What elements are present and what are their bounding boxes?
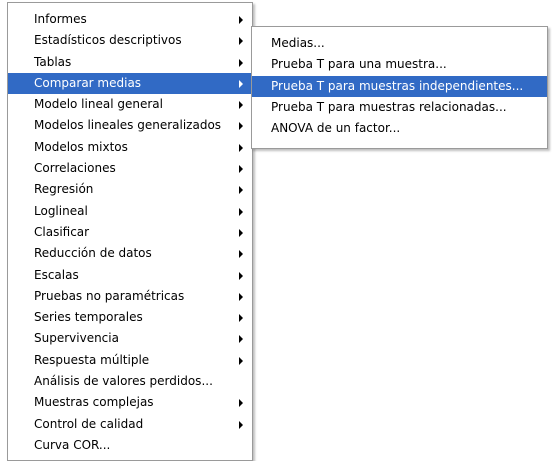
menu-item-label: Pruebas no paramétricas bbox=[34, 288, 185, 303]
menu-item-label: Tablas bbox=[34, 54, 72, 69]
submenu-arrow-icon bbox=[239, 314, 243, 323]
menu-item-muestras-complejas[interactable]: Muestras complejas bbox=[8, 392, 252, 413]
compare-means-submenu: Medias... Prueba T para una muestra... P… bbox=[251, 26, 548, 149]
menu-item-informes[interactable]: Informes bbox=[8, 9, 252, 30]
submenu-arrow-icon bbox=[239, 335, 243, 344]
menu-item-label: Modelo lineal general bbox=[34, 97, 163, 112]
menu-item-label: Análisis de valores perdidos... bbox=[34, 374, 213, 389]
submenu-arrow-icon bbox=[239, 399, 243, 408]
menu-item-correlaciones[interactable]: Correlaciones bbox=[8, 158, 252, 179]
menu-item-loglineal[interactable]: Loglineal bbox=[8, 201, 252, 222]
menu-item-label: Modelos lineales generalizados bbox=[34, 118, 222, 133]
submenu-item-label: Prueba T para muestras independientes... bbox=[271, 78, 524, 93]
menu-item-label: Loglineal bbox=[34, 203, 88, 218]
menu-item-regresion[interactable]: Regresión bbox=[8, 179, 252, 200]
submenu-arrow-icon bbox=[239, 186, 243, 195]
menu-item-label: Comparar medias bbox=[34, 75, 142, 90]
menu-item-curva-cor[interactable]: Curva COR... bbox=[8, 435, 252, 456]
submenu-arrow-icon bbox=[239, 207, 243, 216]
menu-item-modelos-lineales-generalizados[interactable]: Modelos lineales generalizados bbox=[8, 115, 252, 136]
submenu-item-label: Prueba T para muestras relacionadas... bbox=[271, 99, 507, 114]
menu-item-label: Curva COR... bbox=[34, 437, 111, 452]
submenu-arrow-icon bbox=[239, 420, 243, 429]
submenu-arrow-icon bbox=[239, 356, 243, 365]
menu-item-label: Reducción de datos bbox=[34, 246, 152, 261]
submenu-arrow-icon bbox=[239, 122, 243, 131]
menu-item-escalas[interactable]: Escalas bbox=[8, 265, 252, 286]
menu-item-clasificar[interactable]: Clasificar bbox=[8, 222, 252, 243]
menu-item-respuesta-multiple[interactable]: Respuesta múltiple bbox=[8, 350, 252, 371]
submenu-arrow-icon bbox=[239, 228, 243, 237]
analyze-menu: Informes Estadísticos descriptivos Tabla… bbox=[7, 2, 253, 461]
menu-item-label: Modelos mixtos bbox=[34, 139, 128, 154]
menu-item-label: Control de calidad bbox=[34, 416, 144, 431]
menu-item-label: Regresión bbox=[34, 182, 94, 197]
submenu-arrow-icon bbox=[239, 101, 243, 110]
menu-item-label: Informes bbox=[34, 12, 87, 26]
menu-item-comparar-medias[interactable]: Comparar medias bbox=[8, 72, 252, 95]
menu-item-series-temporales[interactable]: Series temporales bbox=[8, 307, 252, 328]
submenu-arrow-icon bbox=[239, 292, 243, 301]
menu-item-label: Estadísticos descriptivos bbox=[34, 33, 182, 48]
menu-item-estadisticos-descriptivos[interactable]: Estadísticos descriptivos bbox=[8, 30, 252, 51]
menu-item-label: Respuesta múltiple bbox=[34, 352, 150, 367]
menu-item-pruebas-no-parametricas[interactable]: Pruebas no paramétricas bbox=[8, 286, 252, 307]
submenu-item-medias[interactable]: Medias... bbox=[252, 33, 547, 54]
submenu-arrow-icon bbox=[239, 250, 243, 259]
menu-item-modelo-lineal-general[interactable]: Modelo lineal general bbox=[8, 94, 252, 115]
submenu-arrow-icon bbox=[239, 271, 243, 280]
submenu-item-label: Prueba T para una muestra... bbox=[271, 57, 447, 72]
menu-item-control-de-calidad[interactable]: Control de calidad bbox=[8, 414, 252, 435]
submenu-item-prueba-t-muestras-relacionadas[interactable]: Prueba T para muestras relacionadas... bbox=[252, 97, 547, 118]
submenu-item-label: ANOVA de un factor... bbox=[271, 121, 401, 136]
submenu-item-prueba-t-muestras-independientes[interactable]: Prueba T para muestras independientes... bbox=[252, 75, 547, 97]
submenu-arrow-icon bbox=[239, 58, 243, 67]
menu-item-label: Correlaciones bbox=[34, 161, 116, 176]
submenu-item-anova-un-factor[interactable]: ANOVA de un factor... bbox=[252, 118, 547, 139]
submenu-arrow-icon bbox=[239, 165, 243, 174]
submenu-arrow-icon bbox=[239, 16, 243, 24]
submenu-arrow-icon bbox=[239, 79, 243, 88]
submenu-arrow-icon bbox=[239, 143, 243, 152]
menu-item-supervivencia[interactable]: Supervivencia bbox=[8, 328, 252, 349]
menu-item-label: Supervivencia bbox=[34, 331, 119, 346]
menu-item-reduccion-de-datos[interactable]: Reducción de datos bbox=[8, 243, 252, 264]
menu-item-label: Muestras complejas bbox=[34, 395, 154, 410]
submenu-arrow-icon bbox=[239, 37, 243, 46]
submenu-item-label: Medias... bbox=[271, 36, 325, 50]
menu-item-analisis-valores-perdidos[interactable]: Análisis de valores perdidos... bbox=[8, 371, 252, 392]
menu-item-label: Escalas bbox=[34, 267, 79, 282]
submenu-item-prueba-t-una-muestra[interactable]: Prueba T para una muestra... bbox=[252, 54, 547, 75]
menu-item-tablas[interactable]: Tablas bbox=[8, 52, 252, 73]
menu-item-label: Clasificar bbox=[34, 224, 90, 239]
menu-item-modelos-mixtos[interactable]: Modelos mixtos bbox=[8, 137, 252, 158]
menu-item-label: Series temporales bbox=[34, 310, 143, 325]
